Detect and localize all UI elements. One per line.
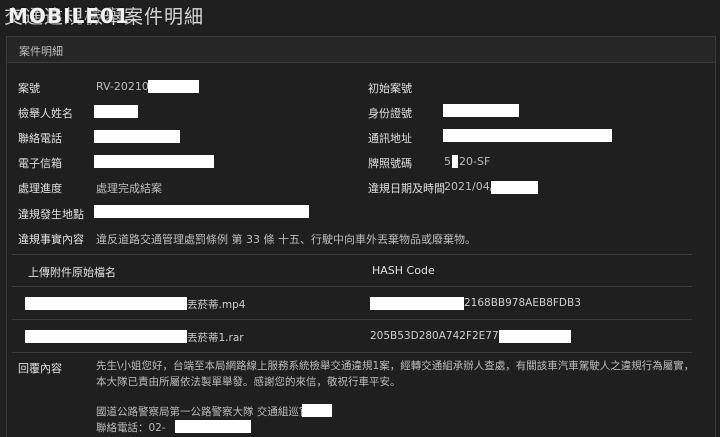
redaction-box [148, 80, 199, 93]
attachment-hash: 2168BB978AEB8FDB3 [464, 297, 581, 309]
id-label: 身份證號 [368, 107, 412, 120]
table-row[interactable]: 丟菸蒂1.rar 205B53D280A742F2E77 [12, 320, 692, 353]
case-no-value: RV-202104 [96, 80, 156, 93]
redaction-box [175, 420, 251, 433]
redaction-box [25, 297, 187, 310]
reply-label: 回覆內容 [18, 362, 62, 375]
redaction-box [94, 205, 309, 218]
status-label: 處理進度 [18, 182, 62, 195]
place-label: 違規發生地點 [18, 208, 84, 221]
redaction-box [452, 155, 458, 168]
orig-case-label: 初始案號 [368, 82, 412, 95]
col-hash-header: HASH Code [372, 264, 435, 277]
date-value: 2021/04/ [444, 180, 494, 193]
attachment-filename[interactable]: 丟菸蒂.mp4 [187, 297, 245, 312]
table-row[interactable]: 丟菸蒂.mp4 2168BB978AEB8FDB3 [12, 287, 692, 320]
address-label: 通訊地址 [368, 132, 412, 145]
reply-contact: 聯絡電話：02- [96, 422, 166, 434]
plate-suffix: 20-SF [459, 155, 491, 168]
reply-paragraph: 先生\小姐您好，台端至本局網路線上服務系統檢舉交通違規1案，經轉交通組承辦人查處… [96, 360, 695, 388]
attachments-table: 上傳附件原始檔名 HASH Code 丟菸蒂.mp4 2168BB978AEB8… [12, 254, 692, 353]
attachment-hash: 205B53D280A742F2E77 [370, 330, 499, 342]
redaction-box [443, 129, 612, 142]
date-label: 違規日期及時間 [368, 182, 445, 195]
redaction-box [370, 297, 464, 310]
reply-signature: 國道公路警察局第一公路警察大隊 交通組巡官 [96, 406, 310, 418]
redaction-box [302, 404, 332, 417]
redaction-box [94, 155, 214, 168]
redaction-box [499, 330, 571, 343]
watermark-logo: MOBILE01 [8, 4, 130, 28]
phone-label: 聯絡電話 [18, 132, 62, 145]
plate-label: 牌照號碼 [368, 157, 412, 170]
attachment-filename[interactable]: 丟菸蒂1.rar [187, 330, 244, 345]
redaction-box [94, 130, 180, 143]
email-label: 電子信箱 [18, 157, 62, 170]
page-header: 交通違規檢舉案件明細 MOBILE01 [0, 0, 720, 32]
redaction-box [25, 330, 187, 343]
status-value: 處理完成結案 [96, 182, 162, 195]
fact-label: 違規事實內容 [18, 233, 84, 246]
redaction-box [491, 181, 538, 194]
redaction-box [94, 105, 138, 118]
fact-value: 違反道路交通管理處罰條例 第 33 條 十五、行駛中向車外丟棄物品或廢棄物。 [96, 233, 476, 246]
reporter-label: 檢舉人姓名 [18, 107, 73, 120]
case-no-label: 案號 [18, 82, 40, 95]
panel-heading: 案件明細 [7, 37, 715, 63]
plate-prefix: 5 [444, 155, 451, 168]
col-filename-header: 上傳附件原始檔名 [28, 266, 116, 279]
redaction-box [443, 104, 519, 117]
table-header: 上傳附件原始檔名 HASH Code [12, 255, 692, 287]
